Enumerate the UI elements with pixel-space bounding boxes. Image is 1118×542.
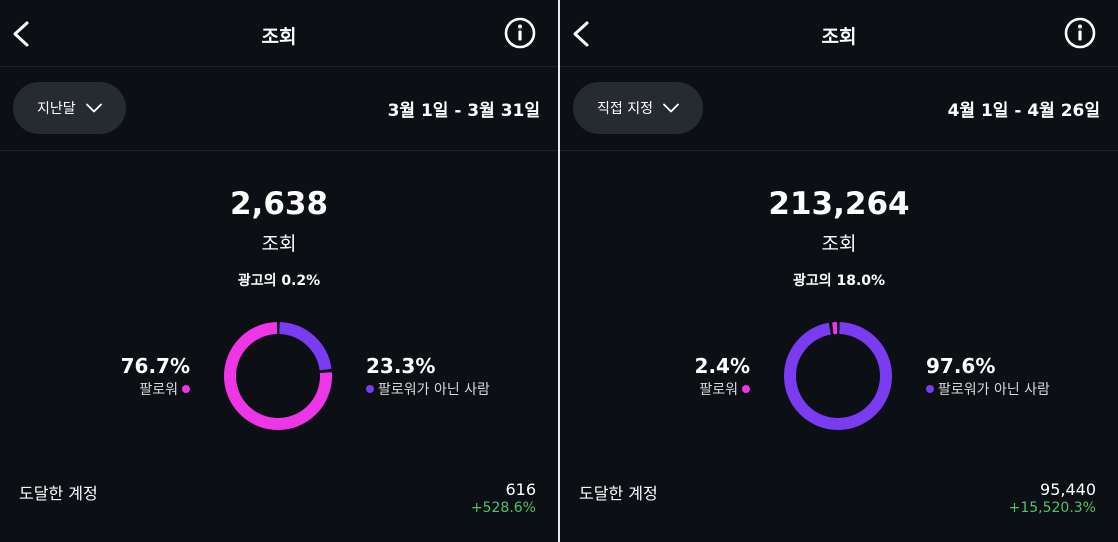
reach-value: 616 [505,480,536,499]
total-views: 2,638 [229,186,329,222]
page-title: 조회 [261,26,297,48]
non-followers-percent: 97.6% [926,354,996,378]
info-circle-icon[interactable] [1064,17,1096,49]
views-panel-april: 조회 직접 지정 4월 1일 - 4월 26일 213,264 조회 광고의 1… [560,0,1118,542]
followers-dot [182,385,190,393]
reach-label: 도달한 계정 [19,484,98,503]
donut-non-followers-arc [784,322,892,430]
ads-share: 광고의 0.2% [237,273,321,289]
reach-change: +15,520.3% [1008,500,1096,516]
non-followers-dot [366,385,374,393]
views-panel-march: 조회 지난달 3월 1일 - 3월 31일 2,638 조회 광고의 0.2% … [0,0,558,542]
reach-value: 95,440 [1040,480,1096,499]
followers-label: 팔로워 [699,382,738,398]
followers-dot [742,385,750,393]
chevron-down-icon [663,103,679,113]
reach-label: 도달한 계정 [579,484,658,503]
non-followers-label: 팔로워가 아닌 사람 [938,382,1050,398]
filter-bar: 직접 지정 4월 1일 - 4월 26일 [560,66,1118,151]
followers-percent: 76.7% [120,354,190,378]
page-title: 조회 [821,26,857,48]
non-followers-percent: 23.3% [366,354,436,378]
date-range: 3월 1일 - 3월 31일 [387,101,540,121]
followers-percent: 2.4% [694,354,750,378]
info-circle-icon[interactable] [504,17,536,49]
date-filter-dropdown[interactable]: 직접 지정 [573,82,703,134]
total-views: 213,264 [768,186,910,222]
total-views-label: 조회 [261,233,297,255]
audience-donut-chart [224,322,332,430]
non-followers-dot [926,385,934,393]
non-followers-label: 팔로워가 아닌 사람 [378,382,490,398]
header: 조회 [0,0,558,67]
non-followers-legend: 팔로워가 아닌 사람 [926,379,1050,399]
non-followers-legend: 팔로워가 아닌 사람 [366,379,490,399]
header: 조회 [560,0,1118,67]
date-filter-label: 지난달 [37,101,76,117]
ads-share: 광고의 18.0% [792,273,886,289]
audience-donut-chart [784,322,892,430]
followers-legend: 팔로워 [699,379,750,399]
chevron-down-icon [85,103,102,113]
followers-legend: 팔로워 [139,379,190,399]
followers-label: 팔로워 [139,382,178,398]
reach-change: +528.6% [470,500,536,516]
filter-bar: 지난달 3월 1일 - 3월 31일 [0,66,558,151]
date-range: 4월 1일 - 4월 26일 [947,101,1100,121]
date-filter-label: 직접 지정 [597,101,653,117]
total-views-label: 조회 [821,233,857,255]
date-filter-dropdown[interactable]: 지난달 [13,82,126,134]
